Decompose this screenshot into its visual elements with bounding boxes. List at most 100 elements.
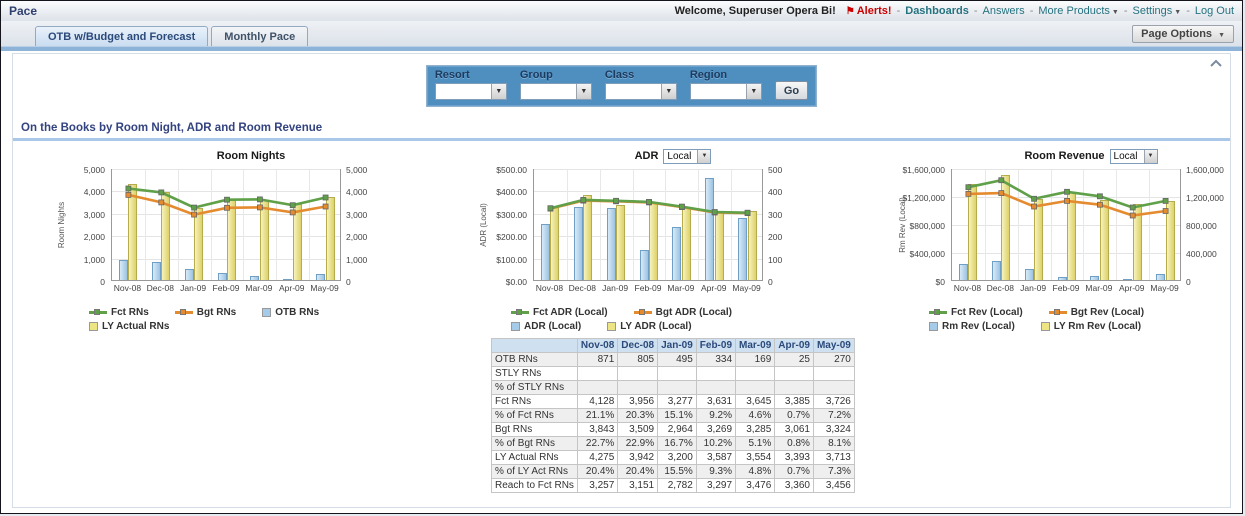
- marker-fct-adr-local: [647, 199, 652, 204]
- tab-strip-divider: [1, 46, 1242, 51]
- nav-link-log-out[interactable]: Log Out: [1195, 5, 1234, 17]
- legend-item-ly-adr-local: LY ADR (Local): [607, 321, 691, 332]
- legend-line-marker-icon: [634, 308, 652, 317]
- y-axis-tick-label-right: 3,000: [346, 210, 398, 220]
- legend-item-bgt-adr-local: Bgt ADR (Local): [634, 307, 732, 318]
- table-cell: 3,476: [736, 479, 775, 493]
- y-axis-tick-label-left: $200.00: [479, 232, 527, 242]
- table-cell: 334: [696, 353, 735, 367]
- filter-select-value: [691, 84, 746, 99]
- filter-select-region[interactable]: ▼: [690, 83, 762, 100]
- chart-slot-room-revenue: Room RevenueLocal▼Rm Rev (Local)$1,600,0…: [873, 147, 1239, 332]
- y-axis-tick-label-right: 2,000: [346, 232, 398, 242]
- pivot-corner-cell: [492, 339, 578, 353]
- tab-monthly-pace[interactable]: Monthly Pace: [211, 26, 308, 46]
- legend-item-bgt-rns: Bgt RNs: [175, 307, 236, 318]
- chart-title-text: Room Revenue: [1024, 150, 1104, 162]
- nav-separator: -: [1124, 5, 1128, 17]
- legend-item-fct-rev-local: Fct Rev (Local): [929, 307, 1023, 318]
- nav-link-settings[interactable]: Settings▼: [1133, 5, 1182, 17]
- legend-square-marker-icon: [262, 308, 271, 317]
- pivot-table: Nov-08Dec-08Jan-09Feb-09Mar-09Apr-09May-…: [491, 338, 855, 493]
- y-axis-tick-label-left: $0.00: [479, 277, 527, 287]
- row-label: % of STLY RNs: [492, 381, 578, 395]
- table-cell: 3,843: [577, 423, 617, 437]
- dashboard-panel: Resort▼Group▼Class▼Region▼Go On the Book…: [12, 53, 1231, 508]
- chart-selector-value: Local: [1111, 150, 1144, 163]
- table-cell: [696, 367, 735, 381]
- pivot-table-container: Nov-08Dec-08Jan-09Feb-09Mar-09Apr-09May-…: [491, 338, 855, 493]
- chevron-down-icon: ▼: [697, 150, 710, 163]
- marker-bgt-rev-local: [1163, 209, 1168, 214]
- table-cell: [736, 367, 775, 381]
- nav-link-more-products[interactable]: More Products▼: [1038, 5, 1118, 17]
- chart-plot: [111, 169, 341, 281]
- column-header-feb-09: Feb-09: [696, 339, 735, 353]
- line-series-overlay: [112, 169, 342, 281]
- y-axis-tick-label-right: 1,000: [346, 255, 398, 265]
- table-cell: 4.8%: [736, 465, 775, 479]
- chart-plot-area-wrap: ADR (Local)$500.00$400.00$300.00$200.00$…: [465, 169, 821, 281]
- x-axis-tick-label: Dec-08: [566, 283, 599, 293]
- table-cell: 805: [618, 353, 658, 367]
- table-cell: 0.8%: [775, 437, 814, 451]
- chart-selector-room-revenue[interactable]: Local▼: [1110, 149, 1158, 164]
- column-header-may-09: May-09: [813, 339, 854, 353]
- table-cell: [813, 381, 854, 395]
- nav-link-answers[interactable]: Answers: [983, 5, 1025, 17]
- y-axis-tick-label-left: $800,000: [897, 221, 945, 231]
- chart-legend: Fct Rev (Local)Bgt Rev (Local)Rm Rev (Lo…: [929, 307, 1229, 332]
- chart-selector-value: Local: [664, 150, 697, 163]
- marker-fct-adr-local: [679, 204, 684, 209]
- table-row-reach-to-fct-rns: Reach to Fct RNs3,2573,1512,7823,2973,47…: [492, 479, 855, 493]
- table-cell: 3,713: [813, 451, 854, 465]
- legend-item-rm-rev-local: Rm Rev (Local): [929, 321, 1015, 332]
- marker-bgt-rev-local: [1097, 202, 1102, 207]
- chevron-down-icon: ▼: [1174, 9, 1181, 16]
- x-axis-tick-label: Nov-08: [111, 283, 144, 293]
- table-cell: 4,275: [577, 451, 617, 465]
- table-cell: 15.1%: [658, 409, 697, 423]
- nav-link-alerts[interactable]: ⚑Alerts!: [846, 5, 892, 17]
- column-header-dec-08: Dec-08: [618, 339, 658, 353]
- y-axis-tick-label-left: 3,000: [57, 210, 105, 220]
- chart-selector-adr[interactable]: Local▼: [663, 149, 711, 164]
- y-axis-tick-label-right: 100: [768, 255, 820, 265]
- table-cell: [813, 367, 854, 381]
- collapse-section-icon[interactable]: [1208, 57, 1224, 69]
- global-nav: ⚑Alerts!-Dashboards-Answers-More Product…: [846, 5, 1234, 17]
- filter-select-class[interactable]: ▼: [605, 83, 677, 100]
- chart-plot-area-wrap: Room Nights5,0004,0003,0002,0001,00005,0…: [43, 169, 399, 281]
- table-cell: 5.1%: [736, 437, 775, 451]
- chevron-down-icon: ▼: [576, 84, 591, 99]
- y-axis-tick-label-left: $0: [897, 277, 945, 287]
- page-options-button[interactable]: Page Options▼: [1132, 25, 1234, 43]
- table-row-otb-rns: OTB RNs87180549533416925270: [492, 353, 855, 367]
- x-axis-tick-label: May-09: [1148, 283, 1181, 293]
- filter-label-region: Region: [690, 69, 762, 81]
- marker-fct-adr-local: [548, 206, 553, 211]
- filter-group-group: Group▼: [520, 69, 592, 100]
- chart-legend: Fct ADR (Local)Bgt ADR (Local)ADR (Local…: [511, 307, 811, 332]
- go-button[interactable]: Go: [775, 81, 808, 100]
- table-row-container: Nov-08Dec-08Jan-09Feb-09Mar-09Apr-09May-…: [13, 338, 1230, 493]
- welcome-text: Welcome, Superuser Opera Bi!: [675, 5, 836, 17]
- table-cell: 3,269: [696, 423, 735, 437]
- y-axis-tick-label-right: 400,000: [1186, 249, 1238, 259]
- chevron-down-icon: ▼: [491, 84, 506, 99]
- legend-square-marker-icon: [1041, 322, 1050, 331]
- prompt-filter-bar: Resort▼Group▼Class▼Region▼Go: [426, 65, 817, 107]
- chevron-down-icon: ▼: [1144, 150, 1157, 163]
- dashboard-window: Pace Welcome, Superuser Opera Bi! ⚑Alert…: [0, 0, 1243, 514]
- filter-select-resort[interactable]: ▼: [435, 83, 507, 100]
- tab-otb-budget-forecast[interactable]: OTB w/Budget and Forecast: [35, 26, 208, 46]
- y-axis-tick-label-left: 2,000: [57, 232, 105, 242]
- nav-link-dashboards[interactable]: Dashboards: [905, 5, 969, 17]
- filter-select-group[interactable]: ▼: [520, 83, 592, 100]
- x-axis-tick-label: Apr-09: [697, 283, 730, 293]
- marker-fct-rns: [290, 203, 295, 208]
- marker-bgt-rns: [225, 205, 230, 210]
- table-cell: 2,964: [658, 423, 697, 437]
- legend-item-ly-rm-rev-local: LY Rm Rev (Local): [1041, 321, 1141, 332]
- legend-square-marker-icon: [511, 322, 520, 331]
